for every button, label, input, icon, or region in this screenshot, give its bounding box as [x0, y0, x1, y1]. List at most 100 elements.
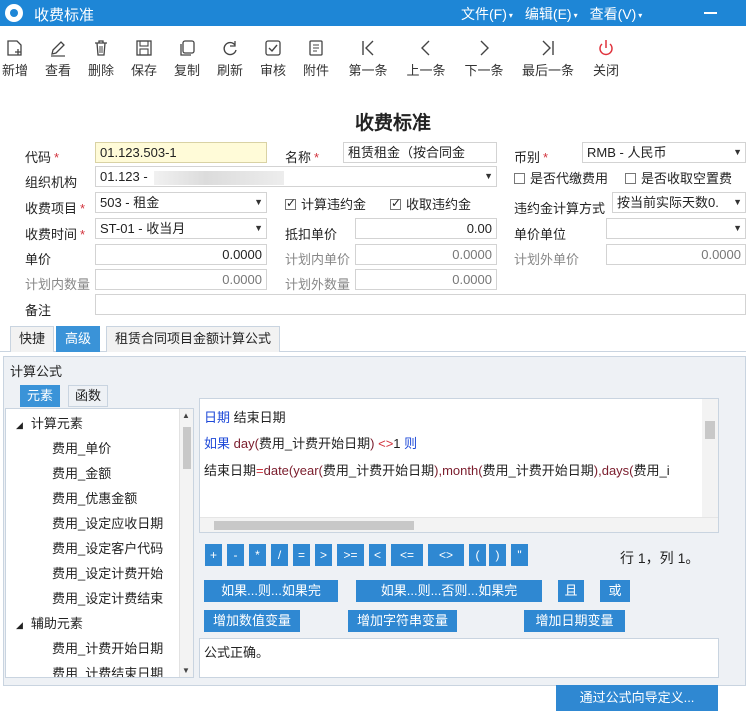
- and-button[interactable]: 且: [558, 580, 584, 602]
- triangle-down-icon: ◢: [16, 420, 23, 430]
- if-then-end-button[interactable]: 如果...则...如果完: [204, 580, 338, 602]
- op-multiply-button[interactable]: *: [249, 544, 266, 566]
- attachment-button[interactable]: 附件: [290, 36, 342, 79]
- chevron-down-icon: ▼: [733, 197, 742, 207]
- tree-item[interactable]: 费用_优惠金额: [6, 486, 137, 511]
- tab-functions[interactable]: 函数: [68, 385, 109, 407]
- chevron-down-icon: ▼: [733, 223, 742, 233]
- remark-field[interactable]: [95, 294, 746, 315]
- tree-group-aux[interactable]: ◢ 辅助元素: [6, 611, 83, 636]
- tree-item[interactable]: 费用_设定计费开始: [6, 561, 163, 586]
- editor-vscrollbar[interactable]: [702, 399, 718, 519]
- formula-status: 公式正确。: [199, 638, 719, 678]
- save-disk-icon: [136, 40, 152, 56]
- deduct-price-label: 抵扣单价: [285, 227, 338, 242]
- op-lparen-button[interactable]: (: [469, 544, 486, 566]
- menu-file[interactable]: 文件(F) ▾: [461, 4, 513, 24]
- op-less-equal-button[interactable]: <=: [391, 544, 423, 566]
- fee-time-select[interactable]: ST-01 - 收当月 ▼: [95, 218, 267, 239]
- tree-item[interactable]: 费用_金额: [6, 461, 111, 486]
- tree-item[interactable]: 费用_单价: [6, 436, 111, 461]
- vacant-checkbox[interactable]: 是否收取空置费: [625, 168, 732, 187]
- checkbox-box: [625, 173, 636, 184]
- tab-elements[interactable]: 元素: [20, 385, 61, 407]
- caret-down-icon: ▾: [573, 10, 578, 20]
- if-then-else-end-button[interactable]: 如果...则...否则...如果完: [356, 580, 542, 602]
- op-plus-button[interactable]: +: [205, 544, 222, 566]
- minimize-button[interactable]: [704, 12, 717, 14]
- substitute-checkbox[interactable]: 是否代缴费用: [514, 168, 608, 187]
- formula-editor[interactable]: 日期 结束日期 如果 day(费用_计费开始日期) <>1 则 结束日期=dat…: [199, 398, 719, 533]
- tree-item[interactable]: 费用_计费开始日期: [6, 636, 163, 661]
- op-equal-button[interactable]: =: [293, 544, 310, 566]
- penalty-method-select[interactable]: 按当前实际天数0. ▼: [612, 192, 746, 213]
- element-tree: ◢ 计算元素 费用_单价 费用_金额 费用_优惠金额 费用_设定应收日期 费用_设…: [5, 408, 194, 678]
- fee-time-label: 收费时间 *: [25, 227, 86, 242]
- tree-group-calc[interactable]: ◢ 计算元素: [6, 411, 83, 436]
- tab-strip: 快捷 高级 租赁合同项目金额计算公式: [0, 326, 746, 352]
- menu-edit[interactable]: 编辑(E) ▾: [525, 4, 578, 24]
- attachment-doc-icon: [309, 40, 323, 56]
- op-not-equal-button[interactable]: <>: [428, 544, 464, 566]
- calc-penalty-checkbox[interactable]: 计算违约金: [285, 194, 366, 213]
- refresh-icon: [223, 41, 237, 56]
- op-greater-equal-button[interactable]: >=: [337, 544, 364, 566]
- code-label: 代码 *: [25, 150, 60, 165]
- formula-wizard-button[interactable]: 通过公式向导定义...: [556, 685, 718, 711]
- price-unit-select[interactable]: ▼: [606, 218, 746, 239]
- op-greater-button[interactable]: >: [315, 544, 332, 566]
- edit-pencil-icon: [51, 41, 65, 57]
- app-logo-icon: [5, 4, 23, 22]
- op-rparen-button[interactable]: ): [489, 544, 506, 566]
- tree-item[interactable]: 费用_设定客户代码: [6, 536, 163, 561]
- plan-out-price-field: 0.0000: [606, 244, 746, 265]
- chevron-down-icon: ▼: [733, 147, 742, 157]
- add-number-var-button[interactable]: 增加数值变量: [204, 610, 300, 632]
- currency-select[interactable]: RMB - 人民币 ▼: [582, 142, 746, 163]
- editor-hscrollbar[interactable]: [200, 517, 718, 532]
- close-button[interactable]: 关闭: [580, 36, 632, 79]
- price-unit-label: 单价单位: [514, 227, 567, 242]
- tab-lease-formula[interactable]: 租赁合同项目金额计算公式: [106, 326, 281, 352]
- scroll-down-icon[interactable]: ▼: [182, 666, 190, 675]
- add-string-var-button[interactable]: 增加字符串变量: [348, 610, 457, 632]
- name-field[interactable]: 租赁租金（按合同金: [343, 142, 497, 163]
- scroll-up-icon[interactable]: ▲: [182, 411, 190, 420]
- scroll-thumb[interactable]: [214, 521, 414, 530]
- window-title: 收费标准: [34, 7, 95, 24]
- collect-penalty-checkbox[interactable]: 收取违约金: [390, 194, 471, 213]
- code-field[interactable]: 01.123.503-1: [95, 142, 267, 163]
- name-label: 名称 *: [285, 150, 320, 165]
- op-quote-button[interactable]: ": [511, 544, 528, 566]
- caret-down-icon: ▾: [508, 10, 513, 20]
- next-record-icon: [480, 40, 489, 56]
- tab-quick[interactable]: 快捷: [10, 326, 55, 352]
- last-record-icon: [542, 40, 554, 56]
- tab-advanced[interactable]: 高级: [56, 326, 101, 352]
- tree-item[interactable]: 费用_计费结束日期: [6, 661, 163, 677]
- tree-item[interactable]: 费用_设定计费结束: [6, 586, 163, 611]
- tree-item[interactable]: 费用_设定应收日期: [6, 511, 163, 536]
- first-record-icon: [362, 40, 374, 56]
- add-doc-icon: [7, 40, 22, 56]
- org-select[interactable]: 01.123 - ▼: [95, 166, 497, 187]
- add-date-var-button[interactable]: 增加日期变量: [524, 610, 625, 632]
- cursor-position: 行 1，列 1。: [620, 550, 700, 566]
- scroll-thumb[interactable]: [705, 421, 715, 439]
- plan-in-price-field: 0.0000: [355, 244, 497, 265]
- next-record-button[interactable]: 下一条: [458, 36, 510, 79]
- op-less-button[interactable]: <: [369, 544, 386, 566]
- menu-view[interactable]: 查看(V) ▾: [590, 4, 643, 24]
- fee-item-select[interactable]: 503 - 租金 ▼: [95, 192, 267, 213]
- deduct-price-field[interactable]: 0.00: [355, 218, 497, 239]
- scroll-thumb[interactable]: [183, 427, 191, 469]
- last-record-button[interactable]: 最后一条: [522, 36, 574, 79]
- op-minus-button[interactable]: -: [227, 544, 244, 566]
- op-divide-button[interactable]: /: [271, 544, 288, 566]
- unit-price-field[interactable]: 0.0000: [95, 244, 267, 265]
- prev-record-button[interactable]: 上一条: [400, 36, 452, 79]
- first-record-button[interactable]: 第一条: [342, 36, 394, 79]
- or-button[interactable]: 或: [600, 580, 630, 602]
- tree-scrollbar[interactable]: ▲ ▼: [179, 409, 193, 677]
- plan-in-price-label: 计划内单价: [285, 252, 351, 267]
